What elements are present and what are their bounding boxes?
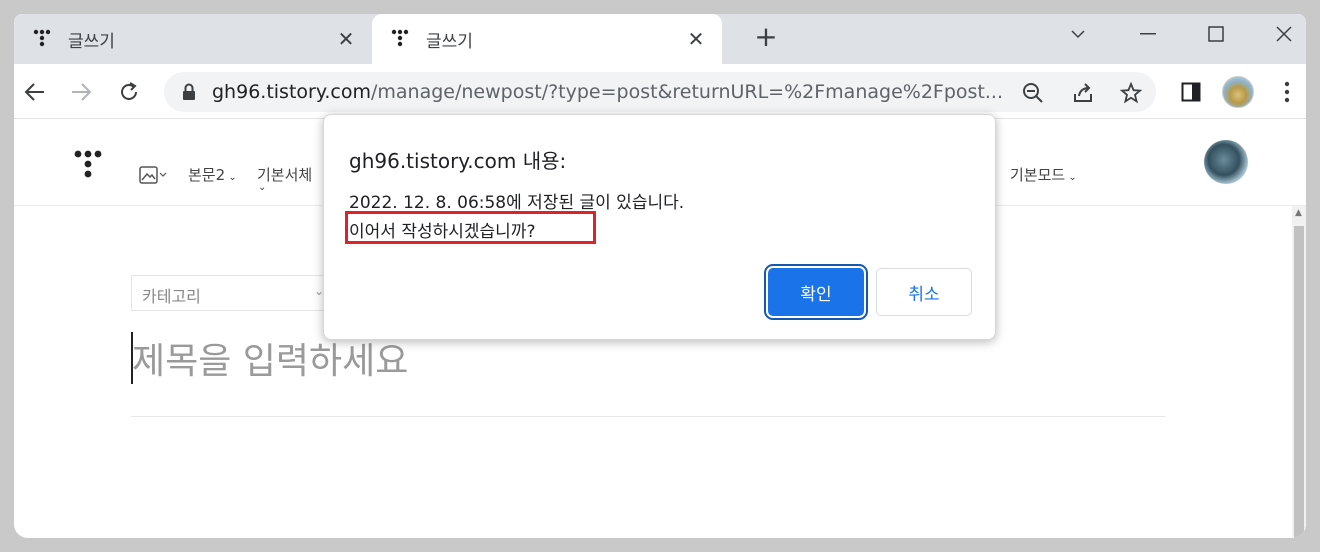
tab-close-icon[interactable]: ✕	[684, 27, 708, 51]
title-divider	[131, 416, 1165, 417]
profile-avatar[interactable]	[1222, 76, 1254, 108]
tab-inactive[interactable]: 글쓰기 ✕	[14, 14, 372, 64]
tab-title: 글쓰기	[426, 32, 473, 52]
scrollbar[interactable]: ▲	[1292, 206, 1306, 538]
user-avatar[interactable]	[1204, 140, 1248, 184]
highlight-box	[345, 211, 596, 244]
new-tab-button[interactable]: +	[752, 23, 780, 52]
lock-icon	[183, 83, 195, 100]
address-bar[interactable]: gh96.tistory.com/manage/newpost/?type=po…	[164, 72, 1156, 112]
dialog-message-line1: 2022. 12. 8. 06:58에 저장된 글이 있습니다.	[349, 193, 685, 213]
cancel-button[interactable]: 취소	[876, 268, 972, 316]
zoom-out-icon[interactable]	[1020, 80, 1046, 106]
tistory-favicon-icon	[33, 29, 51, 47]
minimize-icon[interactable]	[1118, 14, 1178, 54]
url-text[interactable]: gh96.tistory.com/manage/newpost/?type=po…	[212, 81, 1002, 103]
tab-title: 글쓰기	[68, 32, 115, 52]
maximize-icon[interactable]	[1186, 14, 1246, 54]
dialog-title: gh96.tistory.com 내용:	[349, 149, 567, 173]
back-icon[interactable]	[20, 77, 50, 107]
tab-close-icon[interactable]: ✕	[334, 27, 358, 51]
text-caret	[131, 332, 133, 384]
ok-button[interactable]: 확인	[768, 268, 864, 316]
scroll-up-icon[interactable]: ▲	[1295, 208, 1302, 218]
confirm-dialog: gh96.tistory.com 내용: 2022. 12. 8. 06:58에…	[323, 114, 996, 340]
tab-search-icon[interactable]	[1048, 14, 1108, 54]
side-panel-icon[interactable]	[1176, 77, 1206, 107]
category-select[interactable]: 카테고리 ⌄	[131, 275, 331, 311]
paragraph-style-dropdown[interactable]: 본문2 ⌄	[188, 164, 237, 185]
mode-dropdown[interactable]: 기본모드 ⌄	[1010, 164, 1077, 185]
forward-icon[interactable]	[66, 77, 96, 107]
bookmark-star-icon[interactable]	[1118, 80, 1144, 106]
share-icon[interactable]	[1070, 80, 1096, 106]
close-window-icon[interactable]	[1254, 14, 1306, 54]
tistory-logo-icon[interactable]	[72, 148, 104, 180]
tab-active[interactable]: 글쓰기 ✕	[372, 14, 722, 64]
more-menu-icon[interactable]	[1272, 77, 1302, 107]
reload-icon[interactable]	[114, 77, 144, 107]
insert-image-icon[interactable]	[139, 166, 167, 188]
browser-toolbar: gh96.tistory.com/manage/newpost/?type=po…	[14, 64, 1306, 119]
tab-strip: 글쓰기 ✕ 글쓰기 ✕ +	[14, 14, 1306, 64]
scrollbar-thumb[interactable]	[1294, 226, 1304, 538]
category-placeholder: 카테고리	[142, 287, 201, 306]
tistory-favicon-icon	[391, 29, 409, 47]
chevron-down-icon: ⌄	[258, 182, 267, 193]
